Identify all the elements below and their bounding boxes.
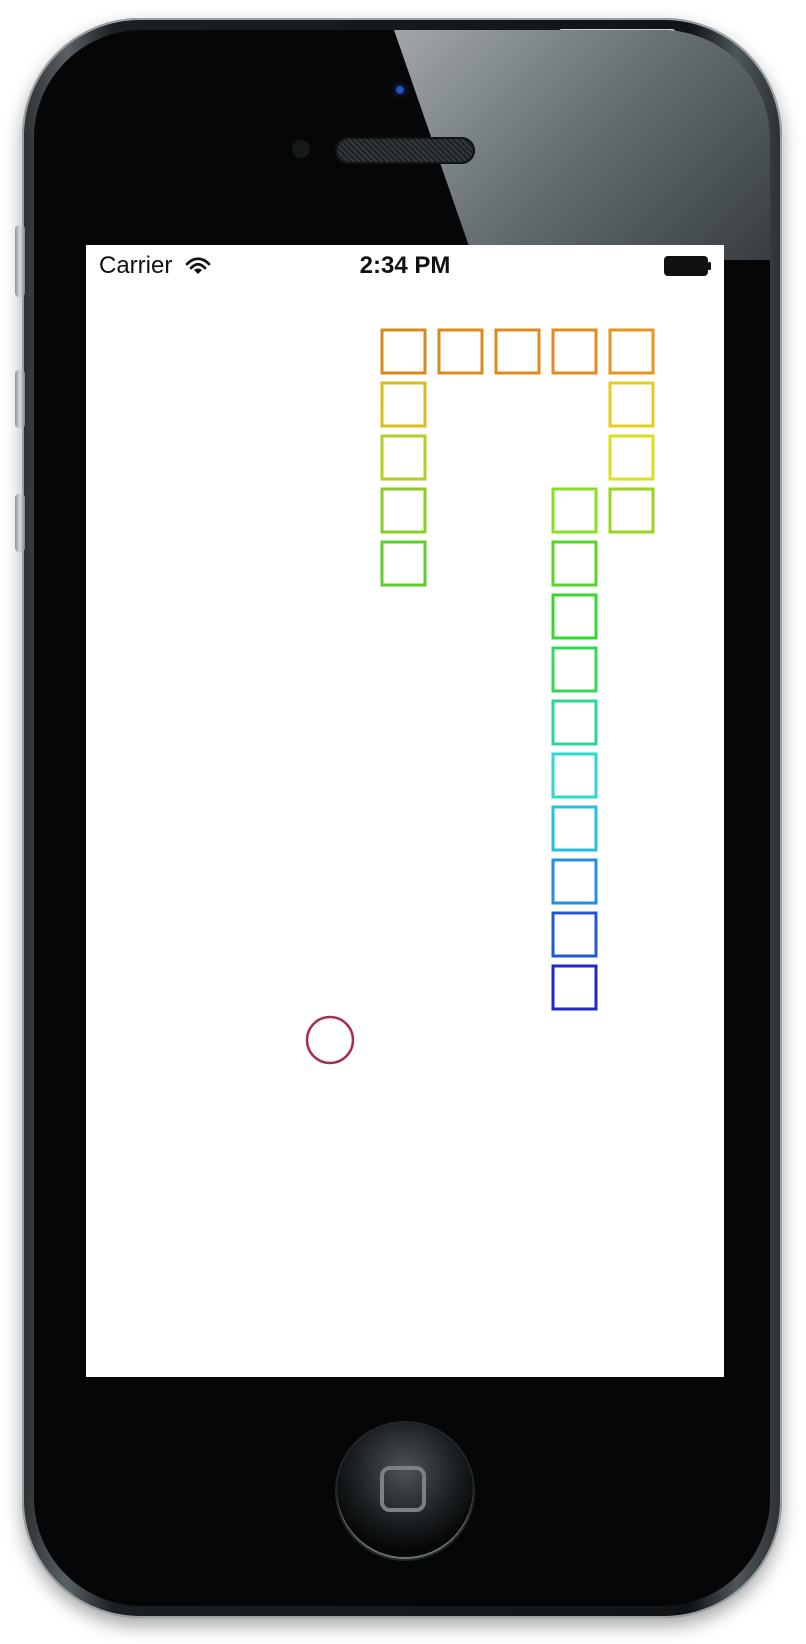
snake-playfield[interactable]: [86, 245, 724, 1377]
home-square-icon: [380, 1466, 426, 1512]
snake-segment: [380, 487, 427, 534]
front-camera-icon: [390, 80, 412, 102]
snake-segment: [551, 646, 598, 693]
snake-segment: [608, 487, 655, 534]
snake-segment: [551, 487, 598, 534]
snake-segment: [380, 540, 427, 587]
snake-segment: [380, 381, 427, 428]
snake: [380, 328, 655, 1011]
earpiece-speaker: [335, 137, 475, 164]
snake-segment: [437, 328, 484, 375]
snake-segment: [551, 593, 598, 640]
snake-segment: [551, 858, 598, 905]
home-button[interactable]: [337, 1423, 473, 1559]
snake-segment: [494, 328, 541, 375]
snake-segment: [608, 328, 655, 375]
food-target: [305, 1015, 355, 1065]
snake-segment: [608, 381, 655, 428]
volume-up-button[interactable]: [15, 370, 25, 428]
snake-segment: [551, 911, 598, 958]
snake-segment: [551, 752, 598, 799]
snake-segment: [551, 964, 598, 1011]
snake-segment: [380, 328, 427, 375]
snake-segment: [551, 328, 598, 375]
mute-switch[interactable]: [15, 225, 25, 297]
proximity-sensor: [292, 140, 310, 158]
snake-segment: [551, 540, 598, 587]
snake-segment: [608, 434, 655, 481]
snake-segment: [551, 699, 598, 746]
snake-segment: [551, 805, 598, 852]
game-screen[interactable]: Carrier 2:34 PM: [86, 245, 724, 1377]
volume-down-button[interactable]: [15, 494, 25, 552]
snake-segment: [380, 434, 427, 481]
